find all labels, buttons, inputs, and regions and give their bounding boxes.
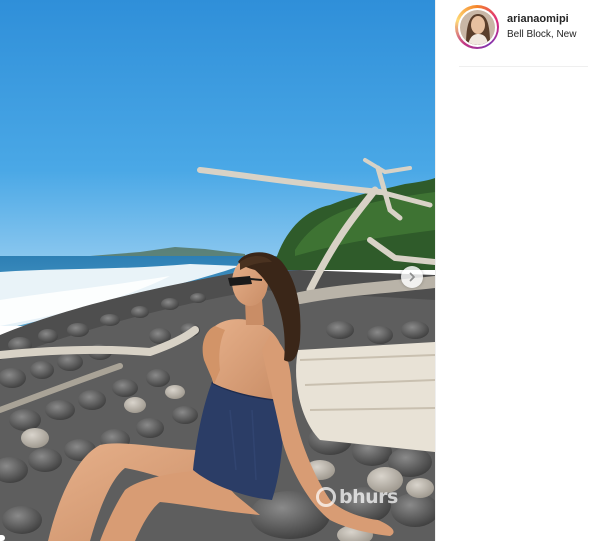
chevron-right-icon	[409, 272, 415, 282]
avatar-image	[459, 9, 495, 45]
next-photo-button[interactable]	[401, 266, 423, 288]
avatar[interactable]	[455, 5, 499, 49]
post-photo[interactable]: bhurs	[0, 0, 435, 541]
watermark-logo-icon	[316, 487, 336, 507]
post-sidebar: arianaomipi Bell Block, New	[435, 0, 589, 541]
post-meta: arianaomipi Bell Block, New	[507, 13, 576, 41]
location-link[interactable]: Bell Block, New	[507, 29, 576, 41]
beach-photo-image	[0, 0, 435, 541]
watermark-text: bhurs	[339, 486, 398, 508]
header-divider	[459, 66, 588, 67]
photo-watermark: bhurs	[316, 486, 398, 508]
post-header: arianaomipi Bell Block, New	[455, 5, 576, 49]
username-link[interactable]: arianaomipi	[507, 13, 576, 26]
instagram-post: bhurs arianaomipi Bell Block, New	[0, 0, 589, 541]
